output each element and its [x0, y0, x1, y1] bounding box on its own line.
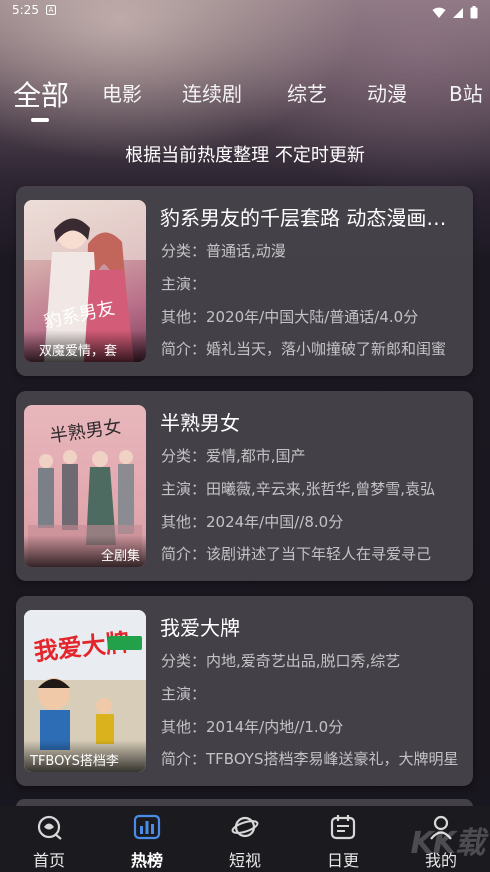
- tab-variety[interactable]: 综艺: [287, 78, 327, 107]
- nav-daily[interactable]: 日更: [294, 806, 392, 872]
- chart-icon: [133, 814, 161, 840]
- list-item[interactable]: 半熟男女 全剧集 半熟男女 分类：爱情,都市,国产 主演：田曦薇,辛云来,张哲华…: [16, 391, 473, 581]
- nav-label: 热榜: [130, 851, 163, 870]
- poster-image: 我爱大牌 TFBOYS搭档李: [24, 610, 146, 772]
- item-summary: 简介：该剧讲述了当下年轻人在寻爱寻己: [161, 545, 432, 563]
- item-category: 分类：爱情,都市,国产: [161, 447, 306, 465]
- item-other: 其他：2020年/中国大陆/普通话/4.0分: [161, 308, 419, 326]
- status-bar: 5:25 A: [0, 0, 490, 22]
- item-cast: 主演：: [161, 275, 207, 293]
- nav-label: 短视: [228, 851, 261, 870]
- list-item[interactable]: 我爱大牌 TFBOYS搭档李 我爱大牌 分类：内地,爱奇艺出品,脱口秀,综艺 主…: [16, 596, 473, 786]
- poster-image: 豹系男友 双魔爱情，套: [24, 200, 146, 362]
- status-time: 5:25: [12, 3, 39, 17]
- poster-caption: 全剧集: [24, 535, 146, 567]
- nav-label: 首页: [32, 851, 65, 870]
- item-cast: 主演：: [161, 685, 207, 703]
- calendar-icon: [329, 814, 357, 840]
- watermark-logo: KK载: [410, 826, 485, 861]
- tab-movies[interactable]: 电影: [102, 78, 142, 107]
- poster-caption: TFBOYS搭档李: [24, 740, 146, 772]
- item-title: 豹系男友的千层套路 动态漫画第一季: [160, 206, 466, 230]
- home-icon: [35, 814, 63, 840]
- item-summary: 简介：TFBOYS搭档李易峰送豪礼，大牌明星: [161, 750, 459, 768]
- tab-all[interactable]: 全部: [13, 74, 69, 114]
- category-tabs: 全部 电影 连续剧 综艺 动漫 B站: [0, 78, 490, 128]
- tab-bilibili[interactable]: B站: [449, 78, 483, 107]
- list-item[interactable]: 豹系男友 双魔爱情，套 豹系男友的千层套路 动态漫画第一季 分类：普通话,动漫 …: [16, 186, 473, 376]
- item-cast: 主演：田曦薇,辛云来,张哲华,曾梦雪,袁弘: [161, 480, 436, 498]
- wifi-icon: [432, 4, 446, 23]
- item-summary: 简介：婚礼当天，落小咖撞破了新郎和闺蜜: [161, 340, 447, 358]
- tab-series[interactable]: 连续剧: [182, 78, 242, 107]
- item-title: 我爱大牌: [160, 616, 240, 640]
- nav-home[interactable]: 首页: [0, 806, 98, 872]
- poster-caption: 双魔爱情，套: [24, 330, 146, 362]
- item-title: 半熟男女: [160, 411, 240, 435]
- notification-icon: A: [46, 5, 56, 15]
- planet-icon: [231, 814, 259, 840]
- nav-shorts[interactable]: 短视: [196, 806, 294, 872]
- ranking-subtitle: 根据当前热度整理 不定时更新: [125, 145, 365, 166]
- battery-icon: [470, 4, 478, 23]
- item-category: 分类：内地,爱奇艺出品,脱口秀,综艺: [161, 652, 401, 670]
- tab-anime[interactable]: 动漫: [367, 78, 407, 107]
- tab-indicator: [31, 118, 49, 122]
- nav-hot[interactable]: 热榜: [98, 806, 196, 872]
- poster-image: 半熟男女 全剧集: [24, 405, 146, 567]
- item-other: 其他：2024年/中国//8.0分: [161, 513, 344, 531]
- item-other: 其他：2014年/内地//1.0分: [161, 718, 344, 736]
- nav-label: 日更: [326, 851, 359, 870]
- svg-text:半熟男女: 半熟男女: [49, 416, 123, 447]
- item-category: 分类：普通话,动漫: [161, 242, 286, 260]
- system-icons: [432, 4, 478, 23]
- signal-icon: [452, 4, 464, 23]
